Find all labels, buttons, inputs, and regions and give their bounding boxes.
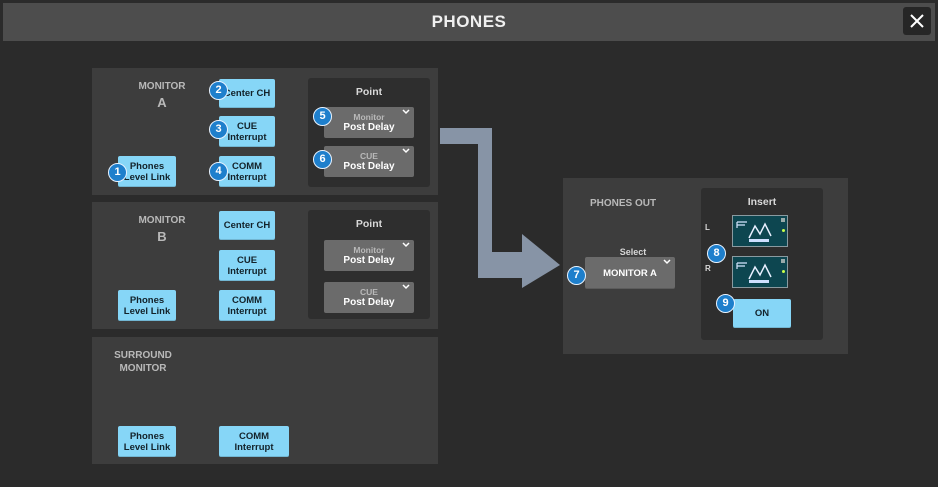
close-button[interactable] [903, 7, 931, 35]
edit-icon [781, 259, 785, 263]
insert-title: Insert [747, 196, 777, 208]
badge-2: 2 [209, 81, 228, 100]
level-link-label: Level Link [123, 305, 171, 317]
insert-right-label: R [705, 264, 711, 273]
monitor-b-comm-interrupt-button[interactable]: COMM Interrupt [219, 290, 275, 321]
monitor-a-cue-point-dropdown[interactable]: CUE Post Delay [324, 146, 414, 177]
insert-left-plugin[interactable] [732, 215, 788, 247]
monitor-b-label: MONITOR B [132, 214, 192, 243]
surround-phones-level-link-button[interactable]: Phones Level Link [118, 426, 176, 457]
plugin-thumbnail-icon [733, 257, 787, 287]
cue-label: CUE [236, 254, 258, 266]
phones-out-select-dropdown[interactable]: MONITOR A [585, 257, 675, 289]
chevron-down-icon [402, 148, 410, 154]
point-title: Point [355, 218, 383, 230]
monitor-b-cue-interrupt-button[interactable]: CUE Interrupt [219, 250, 275, 281]
dropdown-line2: Post Delay [343, 160, 395, 172]
title-bar: PHONES [3, 3, 935, 41]
interrupt-label: Interrupt [227, 131, 267, 143]
monitor-a-panel: MONITOR A Center CH CUE Interrupt COMM I… [92, 68, 438, 195]
comm-label: COMM [231, 294, 263, 306]
insert-left-label: L [705, 223, 710, 232]
insert-on-button[interactable]: ON [733, 299, 791, 328]
chevron-down-icon [402, 284, 410, 290]
monitor-b-center-ch-button[interactable]: Center CH [219, 211, 275, 240]
chevron-down-icon [663, 259, 671, 265]
chevron-down-icon [402, 109, 410, 115]
surround-label-line1: SURROUND [114, 350, 172, 361]
dropdown-line2: Post Delay [343, 121, 395, 133]
phones-label: Phones [129, 430, 165, 442]
phones-label: Phones [129, 160, 165, 172]
interrupt-label: Interrupt [227, 265, 267, 277]
chevron-down-icon [402, 242, 410, 248]
status-led [782, 229, 785, 232]
status-led [782, 270, 785, 273]
plugin-thumbnail-icon [733, 216, 787, 246]
surround-comm-interrupt-button[interactable]: COMM Interrupt [219, 426, 289, 457]
monitor-b-panel: MONITOR B Center CH CUE Interrupt COMM I… [92, 202, 438, 329]
phones-out-label: PHONES OUT [589, 198, 657, 209]
monitor-a-label-line1: MONITOR [138, 81, 186, 92]
monitor-b-monitor-point-dropdown[interactable]: Monitor Post Delay [324, 240, 414, 271]
badge-6: 6 [313, 150, 332, 169]
monitor-b-label-line2: B [157, 229, 167, 244]
monitor-b-cue-point-dropdown[interactable]: CUE Post Delay [324, 282, 414, 313]
cue-label: CUE [236, 120, 258, 132]
badge-4: 4 [209, 162, 228, 181]
phones-label: Phones [129, 294, 165, 306]
badge-1: 1 [108, 163, 127, 182]
center-ch-label: Center CH [223, 88, 271, 99]
comm-label: COMM [231, 160, 263, 172]
monitor-a-label-line2: A [157, 95, 167, 110]
surround-monitor-panel: SURROUND MONITOR Phones Level Link COMM … [92, 337, 438, 464]
dropdown-line1: Monitor [353, 244, 385, 255]
routing-arrow-icon [440, 128, 560, 288]
insert-right-plugin[interactable] [732, 256, 788, 288]
dropdown-line2: Post Delay [343, 296, 395, 308]
interrupt-label: Interrupt [234, 441, 274, 453]
monitor-a-point-box: Point Monitor Post Delay CUE Post Delay [308, 78, 430, 187]
surround-monitor-label: SURROUND MONITOR [108, 349, 178, 375]
dropdown-line1: CUE [360, 286, 378, 297]
dropdown-line1: Monitor [353, 111, 385, 122]
level-link-label: Level Link [123, 441, 171, 453]
point-title: Point [355, 86, 383, 98]
interrupt-label: Interrupt [227, 305, 267, 317]
center-ch-label: Center CH [223, 220, 271, 231]
badge-5: 5 [313, 107, 332, 126]
monitor-b-point-box: Point Monitor Post Delay CUE Post Delay [308, 210, 430, 319]
close-icon [910, 14, 924, 28]
interrupt-label: Interrupt [227, 171, 267, 183]
select-value: MONITOR A [603, 267, 657, 279]
edit-icon [781, 218, 785, 222]
monitor-b-label-line1: MONITOR [138, 215, 186, 226]
dropdown-line1: CUE [360, 150, 378, 161]
badge-8: 8 [707, 244, 726, 263]
monitor-a-monitor-point-dropdown[interactable]: Monitor Post Delay [324, 107, 414, 138]
window-title: PHONES [431, 12, 507, 31]
badge-7: 7 [567, 266, 586, 285]
comm-label: COMM [238, 430, 270, 442]
surround-label-line2: MONITOR [119, 363, 167, 374]
monitor-b-phones-level-link-button[interactable]: Phones Level Link [118, 290, 176, 321]
monitor-a-label: MONITOR A [132, 80, 192, 109]
on-label: ON [754, 308, 770, 319]
badge-9: 9 [716, 294, 735, 313]
insert-box: Insert L 8 R ON [701, 188, 823, 340]
badge-3: 3 [209, 120, 228, 139]
phones-out-panel: PHONES OUT Select MONITOR A Insert L 8 R [563, 178, 848, 354]
dropdown-line2: Post Delay [343, 254, 395, 266]
phones-window: PHONES MONITOR A Center CH CUE Interrupt… [0, 0, 938, 487]
level-link-label: Level Link [123, 171, 171, 183]
